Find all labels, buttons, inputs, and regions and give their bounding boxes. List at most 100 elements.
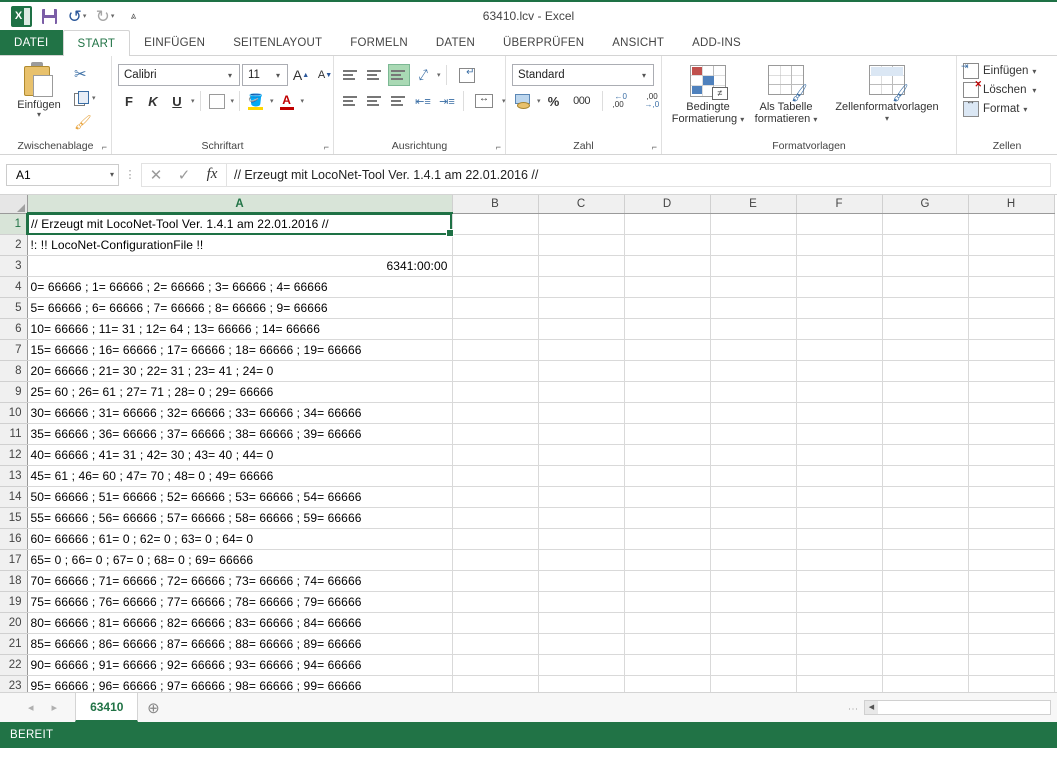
cell-E14[interactable] [710,486,797,508]
cell-D15[interactable] [624,507,711,529]
cell-D22[interactable] [624,654,711,676]
cell-C10[interactable] [538,402,625,424]
row-header-22[interactable]: 22 [0,654,28,676]
cell-E15[interactable] [710,507,797,529]
cell-D20[interactable] [624,612,711,634]
cell-F20[interactable] [796,612,883,634]
cell-A16[interactable]: 60= 66666 ; 61= 0 ; 62= 0 ; 63= 0 ; 64= … [27,528,453,550]
tab-daten[interactable]: DATEN [422,30,489,56]
add-sheet-button[interactable]: ⊕ [138,699,168,717]
cell-A21[interactable]: 85= 66666 ; 86= 66666 ; 87= 66666 ; 88= … [27,633,453,655]
cell-E5[interactable] [710,297,797,319]
cell-F17[interactable] [796,549,883,571]
cell-G1[interactable] [882,213,969,235]
cell-C22[interactable] [538,654,625,676]
cell-E18[interactable] [710,570,797,592]
cell-H2[interactable] [968,234,1055,256]
font-color-button[interactable]: A [276,90,298,112]
cell-E19[interactable] [710,591,797,613]
cell-B4[interactable] [452,276,539,298]
cell-G11[interactable] [882,423,969,445]
cell-C18[interactable] [538,570,625,592]
cell-C11[interactable] [538,423,625,445]
italic-button[interactable]: K [142,90,164,112]
cell-C6[interactable] [538,318,625,340]
cell-H3[interactable] [968,255,1055,277]
cell-A9[interactable]: 25= 60 ; 26= 61 ; 27= 71 ; 28= 0 ; 29= 6… [27,381,453,403]
cell-C12[interactable] [538,444,625,466]
cell-A4[interactable]: 0= 66666 ; 1= 66666 ; 2= 66666 ; 3= 6666… [27,276,453,298]
thousands-separator-button[interactable]: 000 [567,90,597,112]
cell-G13[interactable] [882,465,969,487]
cell-G7[interactable] [882,339,969,361]
cell-F15[interactable] [796,507,883,529]
cell-G14[interactable] [882,486,969,508]
cell-G22[interactable] [882,654,969,676]
cell-E13[interactable] [710,465,797,487]
cell-E17[interactable] [710,549,797,571]
cell-E6[interactable] [710,318,797,340]
cell-H16[interactable] [968,528,1055,550]
next-sheet-button[interactable]: ▸ [52,701,58,714]
tab-add-ins[interactable]: ADD-INS [678,30,755,56]
cell-A17[interactable]: 65= 0 ; 66= 0 ; 67= 0 ; 68= 0 ; 69= 6666… [27,549,453,571]
cell-D6[interactable] [624,318,711,340]
formula-input[interactable]: // Erzeugt mit LocoNet-Tool Ver. 1.4.1 a… [226,162,1051,187]
cell-D2[interactable] [624,234,711,256]
row-header-7[interactable]: 7 [0,339,28,361]
clipboard-dialog-launcher[interactable]: ⌐ [102,142,107,152]
cell-A7[interactable]: 15= 66666 ; 16= 66666 ; 17= 66666 ; 18= … [27,339,453,361]
underline-button[interactable]: U [166,90,188,112]
cell-H1[interactable] [968,213,1055,235]
cell-G9[interactable] [882,381,969,403]
cell-B14[interactable] [452,486,539,508]
cell-H13[interactable] [968,465,1055,487]
cell-H8[interactable] [968,360,1055,382]
row-header-6[interactable]: 6 [0,318,28,340]
cut-button[interactable]: ✂ [72,63,98,85]
cell-H17[interactable] [968,549,1055,571]
cell-F6[interactable] [796,318,883,340]
cell-E7[interactable] [710,339,797,361]
cell-D23[interactable] [624,675,711,692]
cell-E22[interactable] [710,654,797,676]
tab-datei[interactable]: DATEI [0,30,63,56]
cell-A20[interactable]: 80= 66666 ; 81= 66666 ; 82= 66666 ; 83= … [27,612,453,634]
cell-B22[interactable] [452,654,539,676]
cell-E20[interactable] [710,612,797,634]
scroll-left-button[interactable]: ◀ [865,701,878,714]
cell-G10[interactable] [882,402,969,424]
align-bottom-button[interactable] [388,64,410,86]
cell-D18[interactable] [624,570,711,592]
cell-E12[interactable] [710,444,797,466]
cell-D12[interactable] [624,444,711,466]
accept-entry-button[interactable]: ✓ [170,166,198,184]
cell-G23[interactable] [882,675,969,692]
decrease-font-size-button[interactable]: A ▼ [314,64,336,86]
cell-B10[interactable] [452,402,539,424]
cell-D16[interactable] [624,528,711,550]
cell-A23[interactable]: 95= 66666 ; 96= 66666 ; 97= 66666 ; 98= … [27,675,453,692]
cell-A6[interactable]: 10= 66666 ; 11= 31 ; 12= 64 ; 13= 66666 … [27,318,453,340]
cell-H22[interactable] [968,654,1055,676]
cell-F19[interactable] [796,591,883,613]
cell-A19[interactable]: 75= 66666 ; 76= 66666 ; 77= 66666 ; 78= … [27,591,453,613]
column-header-c[interactable]: C [538,195,625,214]
cell-G15[interactable] [882,507,969,529]
cell-C20[interactable] [538,612,625,634]
row-header-19[interactable]: 19 [0,591,28,613]
orientation-button[interactable]: ⤢ [412,64,434,86]
align-middle-button[interactable] [364,64,386,86]
column-header-g[interactable]: G [882,195,969,214]
conditional-formatting-button[interactable]: ≠ Bedingte Formatierung ▾ [670,63,746,126]
cell-E9[interactable] [710,381,797,403]
fill-color-dropdown-icon[interactable]: ▾ [270,97,274,105]
row-header-1[interactable]: 1 [0,213,28,235]
paste-dropdown-icon[interactable]: ▾ [37,111,41,119]
font-dialog-launcher[interactable]: ⌐ [324,142,329,152]
cell-G17[interactable] [882,549,969,571]
font-size-combo[interactable]: 11 ▾ [242,64,288,86]
cell-G3[interactable] [882,255,969,277]
split-handle[interactable]: ⋮ [847,704,858,712]
column-header-a[interactable]: A [27,195,453,214]
